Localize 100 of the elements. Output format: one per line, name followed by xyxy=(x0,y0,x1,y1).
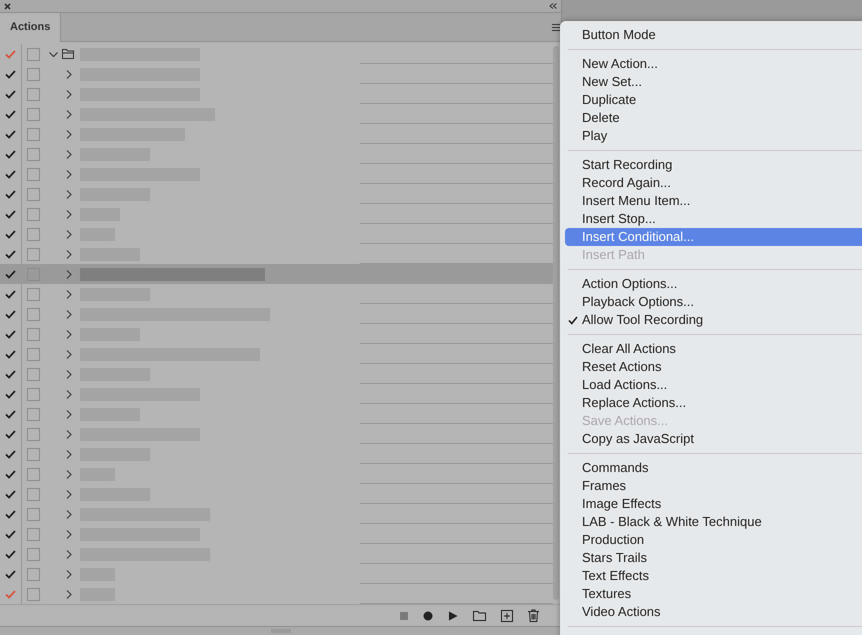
menu-item[interactable]: New Set... xyxy=(565,73,862,91)
check-icon[interactable] xyxy=(5,150,16,158)
dialog-toggle-checkbox[interactable] xyxy=(27,128,40,140)
dialog-toggle-checkbox[interactable] xyxy=(27,48,40,60)
chevron-right-icon[interactable] xyxy=(66,490,72,498)
chevron-right-icon[interactable] xyxy=(66,470,72,478)
check-icon[interactable] xyxy=(5,210,16,218)
menu-item[interactable]: Reset Actions xyxy=(565,358,862,376)
check-icon[interactable] xyxy=(5,130,16,138)
menu-item[interactable]: Action Options... xyxy=(565,275,862,293)
new-action-icon[interactable] xyxy=(501,610,513,622)
menu-item[interactable]: Image Effects xyxy=(565,495,862,513)
menu-item[interactable]: Delete xyxy=(565,109,862,127)
dialog-toggle-checkbox[interactable] xyxy=(27,228,40,240)
check-icon[interactable] xyxy=(5,90,16,98)
menu-item[interactable]: Playback Options... xyxy=(565,293,862,311)
play-icon[interactable] xyxy=(448,610,458,620)
chevron-down-icon[interactable] xyxy=(49,50,58,58)
dialog-toggle-checkbox[interactable] xyxy=(27,308,40,320)
menu-item[interactable]: Commands xyxy=(565,459,862,477)
chevron-right-icon[interactable] xyxy=(66,250,72,258)
check-icon[interactable] xyxy=(5,470,16,478)
chevron-right-icon[interactable] xyxy=(66,210,72,218)
chevron-right-icon[interactable] xyxy=(66,350,72,358)
menu-item[interactable]: Text Effects xyxy=(565,567,862,585)
panel-tab[interactable]: Actions xyxy=(0,13,62,42)
dialog-toggle-checkbox[interactable] xyxy=(27,68,40,80)
check-icon[interactable] xyxy=(5,50,16,58)
check-icon[interactable] xyxy=(5,410,16,418)
check-icon[interactable] xyxy=(5,290,16,298)
chevron-right-icon[interactable] xyxy=(66,90,72,98)
chevron-right-icon[interactable] xyxy=(66,150,72,158)
dialog-toggle-checkbox[interactable] xyxy=(27,208,40,220)
chevron-right-icon[interactable] xyxy=(66,110,72,118)
chevron-right-icon[interactable] xyxy=(66,570,72,578)
folder-icon[interactable] xyxy=(473,610,486,621)
check-icon[interactable] xyxy=(5,70,16,78)
check-icon[interactable] xyxy=(5,590,16,598)
chevron-right-icon[interactable] xyxy=(66,450,72,458)
check-icon[interactable] xyxy=(5,190,16,198)
menu-item[interactable]: Production xyxy=(565,531,862,549)
check-icon[interactable] xyxy=(5,230,16,238)
dialog-toggle-checkbox[interactable] xyxy=(27,188,40,200)
check-icon[interactable] xyxy=(5,530,16,538)
menu-item[interactable]: Frames xyxy=(565,477,862,495)
menu-item[interactable]: Insert Menu Item... xyxy=(565,192,862,210)
chevron-right-icon[interactable] xyxy=(66,550,72,558)
check-icon[interactable] xyxy=(5,490,16,498)
panel-menu-icon[interactable] xyxy=(552,24,560,31)
chevron-right-icon[interactable] xyxy=(66,170,72,178)
dialog-toggle-checkbox[interactable] xyxy=(27,368,40,380)
chevron-right-icon[interactable] xyxy=(66,70,72,78)
chevron-right-icon[interactable] xyxy=(66,330,72,338)
check-icon[interactable] xyxy=(5,570,16,578)
dialog-toggle-checkbox[interactable] xyxy=(27,248,40,260)
menu-item[interactable]: Stars Trails xyxy=(565,549,862,567)
dialog-toggle-checkbox[interactable] xyxy=(27,168,40,180)
menu-item[interactable]: Video Actions xyxy=(565,603,862,621)
chevron-right-icon[interactable] xyxy=(66,310,72,318)
menu-item[interactable]: LAB - Black & White Technique xyxy=(565,513,862,531)
dialog-toggle-checkbox[interactable] xyxy=(27,548,40,560)
chevron-right-icon[interactable] xyxy=(66,530,72,538)
collapse-icon[interactable] xyxy=(549,3,557,9)
dialog-toggle-checkbox[interactable] xyxy=(27,428,40,440)
dialog-toggle-checkbox[interactable] xyxy=(27,528,40,540)
menu-item[interactable]: Clear All Actions xyxy=(565,340,862,358)
chevron-right-icon[interactable] xyxy=(66,510,72,518)
dialog-toggle-checkbox[interactable] xyxy=(27,348,40,360)
dialog-toggle-checkbox[interactable] xyxy=(27,328,40,340)
menu-item[interactable]: Textures xyxy=(565,585,862,603)
check-icon[interactable] xyxy=(5,370,16,378)
menu-item[interactable]: New Action... xyxy=(565,55,862,73)
record-icon[interactable] xyxy=(423,610,433,620)
check-icon[interactable] xyxy=(5,270,16,278)
dialog-toggle-checkbox[interactable] xyxy=(27,468,40,480)
menu-item[interactable]: Replace Actions... xyxy=(565,394,862,412)
dialog-toggle-checkbox[interactable] xyxy=(27,108,40,120)
check-icon[interactable] xyxy=(5,550,16,558)
chevron-right-icon[interactable] xyxy=(66,590,72,598)
check-icon[interactable] xyxy=(5,330,16,338)
check-icon[interactable] xyxy=(5,350,16,358)
menu-item[interactable]: Allow Tool Recording xyxy=(565,311,862,329)
menu-item[interactable]: Load Actions... xyxy=(565,376,862,394)
check-icon[interactable] xyxy=(5,450,16,458)
dialog-toggle-checkbox[interactable] xyxy=(27,88,40,100)
check-icon[interactable] xyxy=(5,430,16,438)
chevron-right-icon[interactable] xyxy=(66,410,72,418)
chevron-right-icon[interactable] xyxy=(66,430,72,438)
trash-icon[interactable] xyxy=(528,609,539,622)
menu-item[interactable]: Play xyxy=(565,127,862,145)
chevron-right-icon[interactable] xyxy=(66,230,72,238)
check-icon[interactable] xyxy=(5,310,16,318)
dialog-toggle-checkbox[interactable] xyxy=(27,148,40,160)
chevron-right-icon[interactable] xyxy=(66,290,72,298)
dialog-toggle-checkbox[interactable] xyxy=(27,588,40,600)
menu-item[interactable]: Insert Conditional... xyxy=(565,228,862,246)
dialog-toggle-checkbox[interactable] xyxy=(27,488,40,500)
check-icon[interactable] xyxy=(5,390,16,398)
menu-item[interactable]: Duplicate xyxy=(565,91,862,109)
chevron-right-icon[interactable] xyxy=(66,370,72,378)
